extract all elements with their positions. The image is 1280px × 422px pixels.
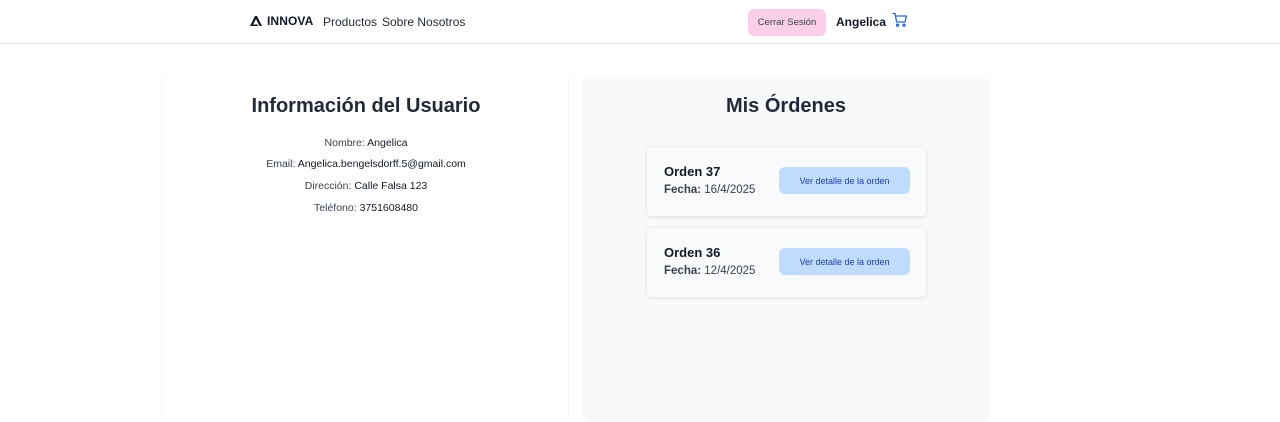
- user-name: Angelica: [836, 15, 887, 29]
- cart-icon[interactable]: [892, 12, 908, 28]
- brand-logo-icon: [250, 16, 262, 26]
- brand-name: INNOVA: [267, 14, 314, 28]
- orders-panel: Mis Órdenes Orden 37 Fecha: 16/4/2025 Ve…: [582, 77, 990, 422]
- nombre-value: Angelica: [367, 137, 408, 149]
- user-info-title: Información del Usuario: [251, 95, 481, 117]
- nombre-label: Nombre:: [324, 137, 365, 149]
- order-date-value: 12/4/2025: [704, 265, 756, 277]
- telefono-value: 3751608480: [359, 202, 418, 214]
- order-date: Fecha: 16/4/2025: [664, 184, 755, 196]
- nav-link-sobre-nosotros[interactable]: Sobre Nosotros: [382, 15, 465, 29]
- user-nombre: Nombre: Angelica: [162, 137, 570, 149]
- user-direccion: Dirección: Calle Falsa 123: [162, 180, 570, 192]
- order-name: Orden 37: [664, 164, 721, 179]
- order-name: Orden 36: [664, 245, 721, 260]
- order-date-label: Fecha:: [664, 265, 702, 277]
- orders-title: Mis Órdenes: [725, 95, 847, 117]
- nav-link-productos[interactable]: Productos: [323, 15, 377, 29]
- direccion-label: Dirección:: [304, 180, 352, 192]
- order-date: Fecha: 12/4/2025: [664, 265, 755, 277]
- logout-button[interactable]: Cerrar Sesión: [748, 9, 826, 36]
- order-card: Orden 36 Fecha: 12/4/2025 Ver detalle de…: [647, 228, 926, 297]
- user-info-panel: Información del Usuario Nombre: Angelica…: [161, 77, 569, 417]
- email-value: Angelica.bengelsdorff.5@gmail.com: [297, 158, 466, 170]
- order-date-label: Fecha:: [664, 184, 702, 196]
- telefono-label: Teléfono:: [314, 202, 357, 214]
- order-date-value: 16/4/2025: [704, 184, 756, 196]
- view-order-detail-button[interactable]: Ver detalle de la orden: [779, 167, 910, 194]
- order-card: Orden 37 Fecha: 16/4/2025 Ver detalle de…: [647, 147, 926, 216]
- email-label: Email:: [266, 158, 296, 170]
- user-email: Email: Angelica.bengelsdorff.5@gmail.com: [162, 158, 570, 170]
- user-telefono: Teléfono: 3751608480: [162, 202, 570, 214]
- direccion-value: Calle Falsa 123: [354, 180, 428, 192]
- top-navbar: INNOVA Productos Sobre Nosotros Cerrar S…: [0, 0, 1280, 44]
- brand[interactable]: INNOVA: [249, 14, 313, 28]
- view-order-detail-button[interactable]: Ver detalle de la orden: [779, 248, 910, 275]
